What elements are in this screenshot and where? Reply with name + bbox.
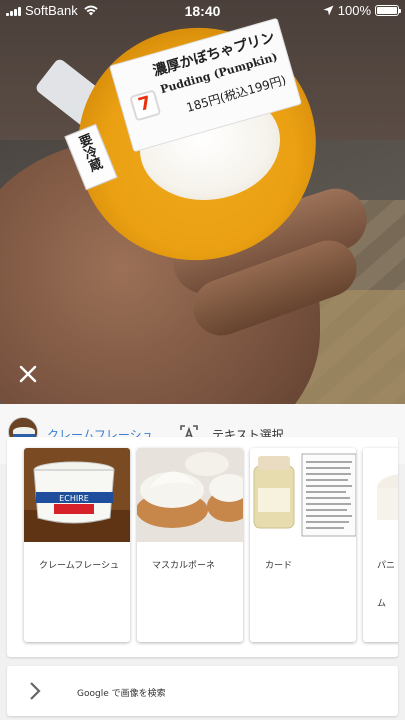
camera-photo: 7 濃厚かぼちゃプリン Pudding (Pumpkin) 185円(税込199…: [0, 0, 405, 404]
result-image-panna-cotta: [363, 448, 398, 542]
chevron-right-icon: [30, 682, 41, 700]
result-image-mascarpone: [137, 448, 243, 542]
google-image-search-label: Google で画像を検索: [77, 689, 166, 699]
visual-matches-carousel: ECHIRE クレームフレーシュ マスカルポーネ カード パニ ム: [7, 437, 398, 657]
result-card-mascarpone[interactable]: マスカルポーネ: [137, 448, 243, 642]
battery-icon: [375, 5, 401, 16]
result-image-brand-text: ECHIRE: [59, 494, 89, 503]
result-image-card: [250, 448, 356, 542]
google-image-search-row[interactable]: Google で画像を検索: [7, 666, 398, 716]
lens-results-panel: クレームフレーシュ テキスト選択 ECHIRE クレームフレーシュ マスカルポー…: [0, 404, 405, 720]
status-right: 100%: [323, 3, 401, 18]
result-card-card[interactable]: カード: [250, 448, 356, 642]
result-caption: パニ: [377, 561, 396, 571]
location-arrow-icon: [323, 5, 334, 16]
result-caption: カード: [265, 561, 293, 571]
result-caption: クレームフレーシュ: [39, 561, 120, 571]
close-icon[interactable]: [16, 362, 40, 386]
result-caption-line2: ム: [377, 599, 387, 609]
status-bar: SoftBank 18:40 100%: [0, 0, 405, 22]
storage-label-text: 要冷蔵: [74, 132, 104, 174]
battery-percent: 100%: [337, 3, 371, 18]
result-card-panna-cotta[interactable]: パニ ム: [363, 448, 398, 642]
result-card-creme-fraiche[interactable]: ECHIRE クレームフレーシュ: [24, 448, 130, 642]
result-caption: マスカルポーネ: [152, 561, 216, 571]
result-image-creme-fraiche: ECHIRE: [24, 448, 130, 542]
brand-logo-icon: 7: [129, 89, 162, 122]
